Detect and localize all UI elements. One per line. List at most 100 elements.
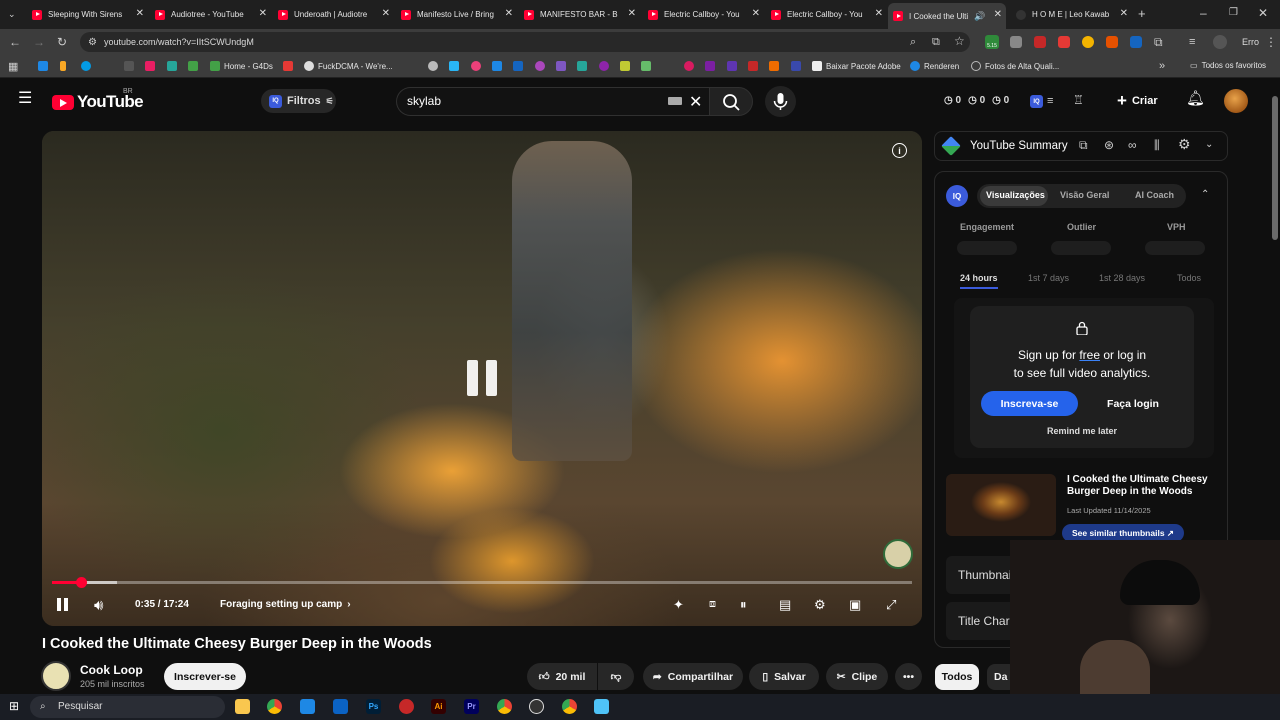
- range-all[interactable]: Todos: [1177, 273, 1201, 283]
- bookmark-favicon-icon[interactable]: [60, 61, 66, 71]
- notifications-bell-icon[interactable]: 🔔︎: [1186, 91, 1205, 106]
- chip-todos[interactable]: Todos: [935, 664, 979, 690]
- reload-icon[interactable]: ↻: [57, 36, 67, 48]
- keyboard-icon[interactable]: [668, 97, 682, 105]
- bookmark-favicon-icon[interactable]: [492, 61, 502, 71]
- iq-extension-icon[interactable]: IQ: [1030, 95, 1043, 108]
- tab-2[interactable]: Audiotree - YouTube ✕: [155, 4, 267, 25]
- chrome-menu-icon[interactable]: ⋮: [1265, 36, 1277, 48]
- bookmark-favicon-icon[interactable]: [535, 61, 545, 71]
- tab-6[interactable]: Electric Callboy - You ✕: [648, 4, 760, 25]
- bookmark-favicon-icon[interactable]: [684, 61, 694, 71]
- steam-icon[interactable]: [529, 699, 544, 714]
- extension-icon[interactable]: [1010, 36, 1022, 48]
- create-button[interactable]: + Criar: [1117, 89, 1167, 113]
- bookmark-favicon-icon[interactable]: [769, 61, 779, 71]
- tab-visao-geral[interactable]: Visão Geral: [1060, 190, 1109, 200]
- trophy-icon[interactable]: ♖: [1073, 94, 1084, 106]
- close-tab-icon[interactable]: ✕: [875, 8, 883, 19]
- profile-status-label[interactable]: Erro: [1242, 37, 1259, 47]
- bookmark-renderen[interactable]: Renderen: [910, 61, 959, 71]
- file-explorer-icon[interactable]: [235, 699, 250, 714]
- login-button[interactable]: Faça login: [1087, 391, 1179, 416]
- info-icon[interactable]: i: [892, 143, 907, 158]
- sparkle-icon[interactable]: ✦: [673, 597, 684, 613]
- close-tab-icon[interactable]: ✕: [382, 8, 390, 19]
- thumbnail-preview[interactable]: [946, 474, 1056, 536]
- tab-ai-coach[interactable]: AI Coach: [1135, 190, 1174, 200]
- bookmark-favicon-icon[interactable]: [449, 61, 459, 71]
- taskbar-search[interactable]: ⌕ Pesquisar: [30, 696, 225, 718]
- channel-name[interactable]: Cook Loop: [80, 663, 143, 677]
- extension-icon[interactable]: [1082, 36, 1094, 48]
- tab-7[interactable]: Electric Callboy - You ✕: [771, 4, 883, 25]
- glasses-icon[interactable]: ∞: [1128, 139, 1137, 151]
- fullscreen-icon[interactable]: ⤢: [886, 597, 896, 613]
- minimize-icon[interactable]: –: [1200, 7, 1207, 19]
- close-tab-icon[interactable]: ✕: [136, 8, 144, 19]
- settings-gear-icon[interactable]: ⚙: [1178, 137, 1191, 151]
- chrome-app-icon[interactable]: [267, 699, 282, 714]
- bookmark-favicon-icon[interactable]: [727, 61, 737, 71]
- tab-visualizacoes[interactable]: Visualizações: [986, 190, 1045, 200]
- bookmark-favicon-icon[interactable]: [641, 61, 651, 71]
- channel-watermark[interactable]: [883, 539, 913, 569]
- like-button[interactable]: 👍︎ 20 mil: [527, 663, 597, 690]
- close-tab-icon[interactable]: ✕: [259, 8, 267, 19]
- save-button[interactable]: ▯ Salvar: [749, 663, 819, 690]
- tab-3[interactable]: Underoath | Audiotre ✕: [278, 4, 390, 25]
- extension-badge-icon[interactable]: 5.15: [985, 35, 999, 49]
- waveform-icon[interactable]: ⫼: [1154, 139, 1160, 151]
- bookmark-favicon-icon[interactable]: [748, 61, 758, 71]
- list-icon[interactable]: ≡: [1047, 95, 1053, 107]
- more-actions-button[interactable]: •••: [895, 663, 922, 690]
- bookmark-fuckdcma[interactable]: FuckDCMA - We're...: [304, 61, 393, 71]
- youtube-logo[interactable]: YouTube BR: [52, 88, 144, 112]
- subscribe-button[interactable]: Inscrever-se: [164, 663, 246, 690]
- bookmark-fotos[interactable]: Fotos de Alta Quali...: [971, 61, 1059, 71]
- range-7d[interactable]: 1st 7 days: [1028, 273, 1069, 283]
- app-icon[interactable]: [399, 699, 414, 714]
- miniplayer-icon[interactable]: ▣: [849, 597, 861, 613]
- window-close-icon[interactable]: ✕: [1258, 7, 1268, 19]
- tab-list-icon[interactable]: ⌄: [8, 8, 16, 20]
- forward-icon[interactable]: →: [33, 36, 45, 48]
- settings-gear-icon[interactable]: ⚙: [814, 597, 826, 613]
- subtitles-icon[interactable]: ▤: [779, 597, 791, 613]
- voice-search-button[interactable]: [765, 86, 796, 117]
- bookmark-home-g4ds[interactable]: Home - G4Ds: [210, 61, 273, 71]
- bookmark-favicon-icon[interactable]: [471, 61, 481, 71]
- bookmark-favicon-icon[interactable]: [124, 61, 134, 71]
- extensions-puzzle-icon[interactable]: ⧉: [1154, 36, 1163, 48]
- progress-bar[interactable]: [52, 581, 912, 584]
- chevron-up-icon[interactable]: ⌃: [1201, 189, 1209, 201]
- clear-search-icon[interactable]: ✕: [689, 92, 702, 112]
- tab-4[interactable]: Manifesto Live / Bring ✕: [401, 4, 513, 25]
- app-icon[interactable]: [333, 699, 348, 714]
- site-info-icon[interactable]: ⚙: [88, 37, 97, 49]
- tab-5[interactable]: MANIFESTO BAR - B ✕: [524, 4, 636, 25]
- bookmark-favicon-icon[interactable]: [283, 61, 293, 71]
- signup-button[interactable]: Inscreva-se: [981, 391, 1078, 416]
- windows-start-icon[interactable]: ⊞: [9, 700, 19, 712]
- close-tab-icon[interactable]: ✕: [752, 8, 760, 19]
- chrome-active-icon[interactable]: [562, 699, 577, 714]
- restore-icon[interactable]: ❐: [1229, 7, 1238, 19]
- extension-icon[interactable]: [1034, 36, 1046, 48]
- new-tab-icon[interactable]: +: [1138, 7, 1146, 20]
- bookmark-star-icon[interactable]: ☆: [954, 35, 965, 47]
- filtros-button[interactable]: IQ Filtros ⚟: [261, 89, 336, 113]
- bookmark-favicon-icon[interactable]: [188, 61, 198, 71]
- tab-1[interactable]: Sleeping With Sirens ✕: [32, 4, 144, 25]
- premiere-icon[interactable]: Pr: [464, 699, 479, 714]
- bookmark-favicon-icon[interactable]: [81, 61, 91, 71]
- extension-icon[interactable]: [1058, 36, 1070, 48]
- autoplay-toggle-icon[interactable]: ⏸: [740, 597, 747, 613]
- remind-later-link[interactable]: Remind me later: [970, 426, 1194, 436]
- profile-avatar[interactable]: [1213, 35, 1227, 49]
- more-bookmarks-icon[interactable]: »: [1159, 60, 1165, 72]
- bookmark-favicon-icon[interactable]: [577, 61, 587, 71]
- bookmark-favicon-icon[interactable]: [145, 61, 155, 71]
- chevron-down-icon[interactable]: ⌄: [1205, 139, 1213, 151]
- audio-playing-icon[interactable]: 🔊: [974, 11, 985, 22]
